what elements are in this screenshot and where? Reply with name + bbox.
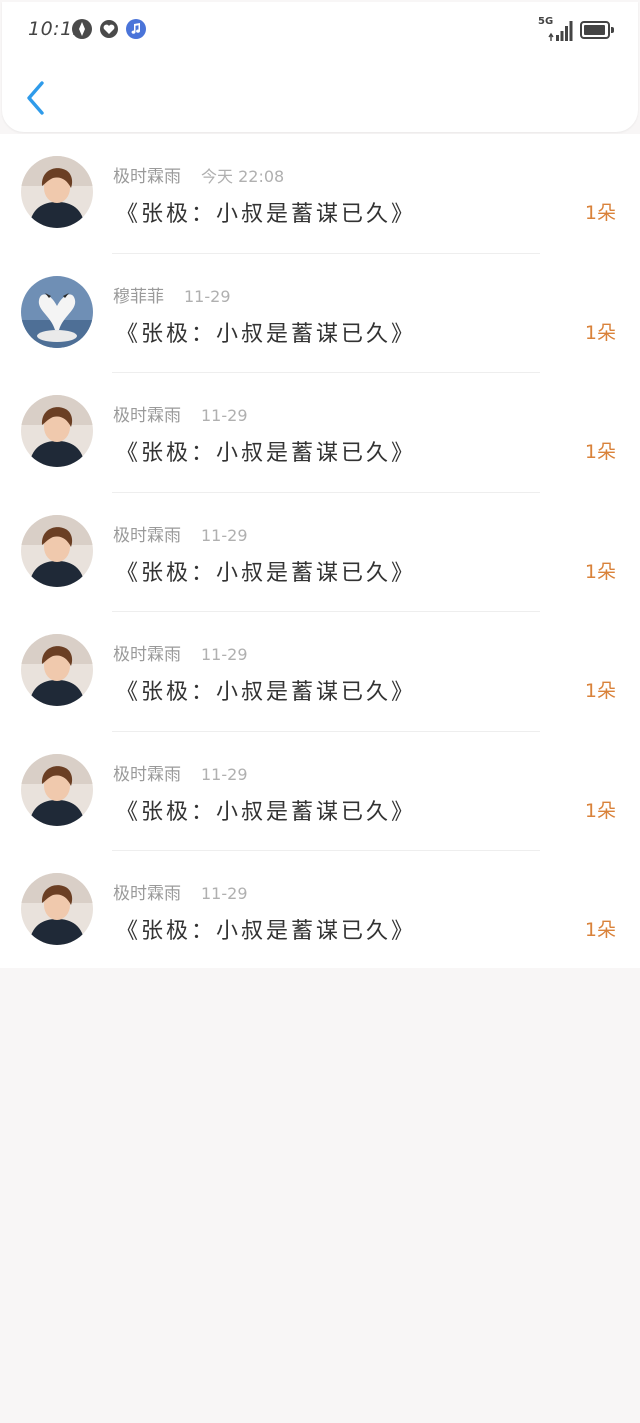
sender-name[interactable]: 极时霖雨 xyxy=(113,167,181,187)
list-item[interactable]: 极时霖雨 11-29 《张极：小叔是蓄谋已久》 1朵 xyxy=(0,373,640,493)
item-date: 11-29 xyxy=(201,645,248,664)
item-date: 11-29 xyxy=(201,884,248,903)
item-meta: 极时霖雨 11-29 xyxy=(113,760,248,785)
item-meta: 极时霖雨 11-29 xyxy=(113,640,248,665)
item-title[interactable]: 《张极：小叔是蓄谋已久》 xyxy=(116,196,416,228)
chevron-left-icon xyxy=(27,81,44,115)
gift-count: 1朵 xyxy=(584,321,616,344)
gift-count: 1朵 xyxy=(584,202,616,224)
gift-count: 1朵 xyxy=(584,560,616,583)
battery-icon xyxy=(580,21,614,39)
item-date: 11-29 xyxy=(184,286,231,306)
avatar[interactable] xyxy=(21,873,93,945)
item-title[interactable]: 《张极：小叔是蓄谋已久》 xyxy=(116,674,416,706)
top-bar: 10:15 5G xyxy=(2,2,638,132)
gift-count: 1朵 xyxy=(584,441,616,463)
item-meta: 极时霖雨 11-29 xyxy=(113,879,248,904)
item-title[interactable]: 《张极：小叔是蓄谋已久》 xyxy=(116,555,416,587)
signal-icon xyxy=(548,20,574,42)
item-title[interactable]: 《张极：小叔是蓄谋已久》 xyxy=(116,435,416,467)
sender-name[interactable]: 极时霖雨 xyxy=(113,884,181,904)
sender-name[interactable]: 极时霖雨 xyxy=(113,765,181,785)
gift-count: 1朵 xyxy=(584,680,616,702)
sender-name[interactable]: 极时霖雨 xyxy=(113,645,181,665)
avatar[interactable] xyxy=(21,395,93,467)
item-meta: 穆菲菲 11-29 xyxy=(113,282,231,307)
item-title[interactable]: 《张极：小叔是蓄谋已久》 xyxy=(116,913,416,945)
sender-name[interactable]: 极时霖雨 xyxy=(113,526,181,546)
avatar[interactable] xyxy=(21,156,93,228)
music-icon xyxy=(126,19,146,39)
sender-name[interactable]: 极时霖雨 xyxy=(113,406,181,426)
item-date: 11-29 xyxy=(201,764,248,784)
avatar[interactable] xyxy=(21,753,93,826)
list-item[interactable]: 极时霖雨 今天 22:08 《张极：小叔是蓄谋已久》 1朵 xyxy=(0,134,640,254)
gift-count: 1朵 xyxy=(584,799,616,822)
item-meta: 极时霖雨 今天 22:08 xyxy=(113,162,284,187)
item-date: 11-29 xyxy=(201,406,248,425)
item-date: 11-29 xyxy=(201,525,248,545)
item-title[interactable]: 《张极：小叔是蓄谋已久》 xyxy=(116,316,416,348)
avatar[interactable] xyxy=(21,634,93,706)
list-item[interactable]: 极时霖雨 11-29 《张极：小叔是蓄谋已久》 1朵 xyxy=(0,493,640,612)
item-meta: 极时霖雨 11-29 xyxy=(113,521,248,546)
list-item[interactable]: 穆菲菲 11-29 《张极：小叔是蓄谋已久》 1朵 xyxy=(0,254,640,373)
list-item[interactable]: 极时霖雨 11-29 《张极：小叔是蓄谋已久》 1朵 xyxy=(0,851,640,971)
gift-count: 1朵 xyxy=(584,919,616,941)
item-meta: 极时霖雨 11-29 xyxy=(113,401,248,426)
avatar[interactable] xyxy=(21,514,93,587)
item-title[interactable]: 《张极：小叔是蓄谋已久》 xyxy=(116,794,416,826)
heart-icon xyxy=(99,19,119,39)
item-date: 今天 22:08 xyxy=(201,167,285,186)
list-item[interactable]: 极时霖雨 11-29 《张极：小叔是蓄谋已久》 1朵 xyxy=(0,612,640,732)
nav-app-icon xyxy=(72,19,92,39)
list-item[interactable]: 极时霖雨 11-29 《张极：小叔是蓄谋已久》 1朵 xyxy=(0,732,640,851)
avatar[interactable] xyxy=(21,275,93,348)
back-button[interactable] xyxy=(20,78,54,118)
status-bar: 10:15 5G xyxy=(2,2,638,60)
gift-record-list: 极时霖雨 今天 22:08 《张极：小叔是蓄谋已久》 1朵 穆菲菲 11-29 《张… xyxy=(0,134,640,968)
sender-name[interactable]: 穆菲菲 xyxy=(113,287,164,307)
